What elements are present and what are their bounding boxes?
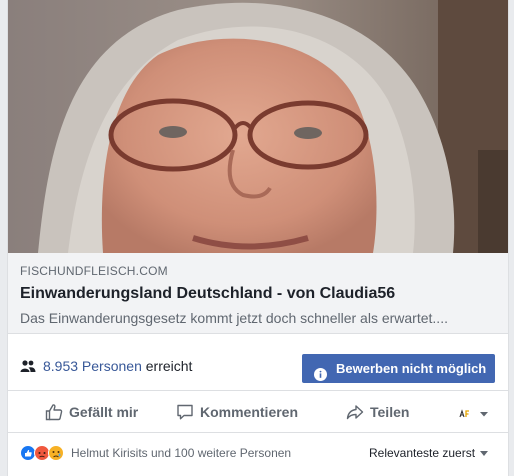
share-button-label: Teilen bbox=[370, 404, 410, 420]
reaction-icons[interactable] bbox=[20, 444, 68, 462]
link-preview-image[interactable] bbox=[8, 0, 508, 253]
post-as-selector[interactable] bbox=[454, 406, 494, 422]
comment-sort-dropdown[interactable]: Relevanteste zuerst bbox=[369, 445, 489, 461]
speech-bubble-icon bbox=[176, 403, 194, 421]
link-domain: FISCHUNDFLEISCH.COM bbox=[20, 264, 168, 278]
post-card: FISCHUNDFLEISCH.COM Einwanderungsland De… bbox=[7, 0, 509, 476]
thumbs-up-icon bbox=[45, 403, 63, 421]
like-reaction-icon bbox=[20, 445, 36, 461]
reactions-summary-link[interactable]: Helmut Kirisits und 100 weitere Personen bbox=[71, 445, 291, 461]
reaction-summary-row: Helmut Kirisits und 100 weitere Personen… bbox=[8, 433, 508, 476]
chevron-down-icon bbox=[480, 412, 488, 417]
comment-button-label: Kommentieren bbox=[200, 404, 299, 420]
info-icon bbox=[314, 362, 327, 381]
link-description: Das Einwanderungsgesetz kommt jetzt doch… bbox=[20, 310, 448, 326]
page-avatar-icon bbox=[458, 408, 472, 420]
action-bar: Gefällt mir Kommentieren Teilen bbox=[8, 391, 508, 433]
reach-summary: 8.953 Personen erreicht bbox=[43, 357, 192, 375]
comment-sort-label: Relevanteste zuerst bbox=[369, 446, 476, 460]
boost-button[interactable]: Bewerben nicht möglich bbox=[302, 354, 495, 383]
like-button-label: Gefällt mir bbox=[69, 404, 139, 420]
link-preview-meta[interactable]: FISCHUNDFLEISCH.COM Einwanderungsland De… bbox=[8, 253, 508, 334]
boost-button-label: Bewerben nicht möglich bbox=[336, 361, 487, 376]
chevron-down-icon bbox=[480, 451, 489, 457]
reach-suffix: erreicht bbox=[141, 358, 193, 374]
share-arrow-icon bbox=[346, 403, 364, 421]
sad-reaction-icon bbox=[48, 445, 64, 461]
people-icon bbox=[20, 358, 36, 374]
link-title[interactable]: Einwanderungsland Deutschland - von Clau… bbox=[20, 284, 496, 304]
angry-reaction-icon bbox=[34, 445, 50, 461]
reach-count-link[interactable]: 8.953 Personen bbox=[43, 358, 142, 374]
reach-row: 8.953 Personen erreicht Bewerben nicht m… bbox=[8, 343, 508, 391]
